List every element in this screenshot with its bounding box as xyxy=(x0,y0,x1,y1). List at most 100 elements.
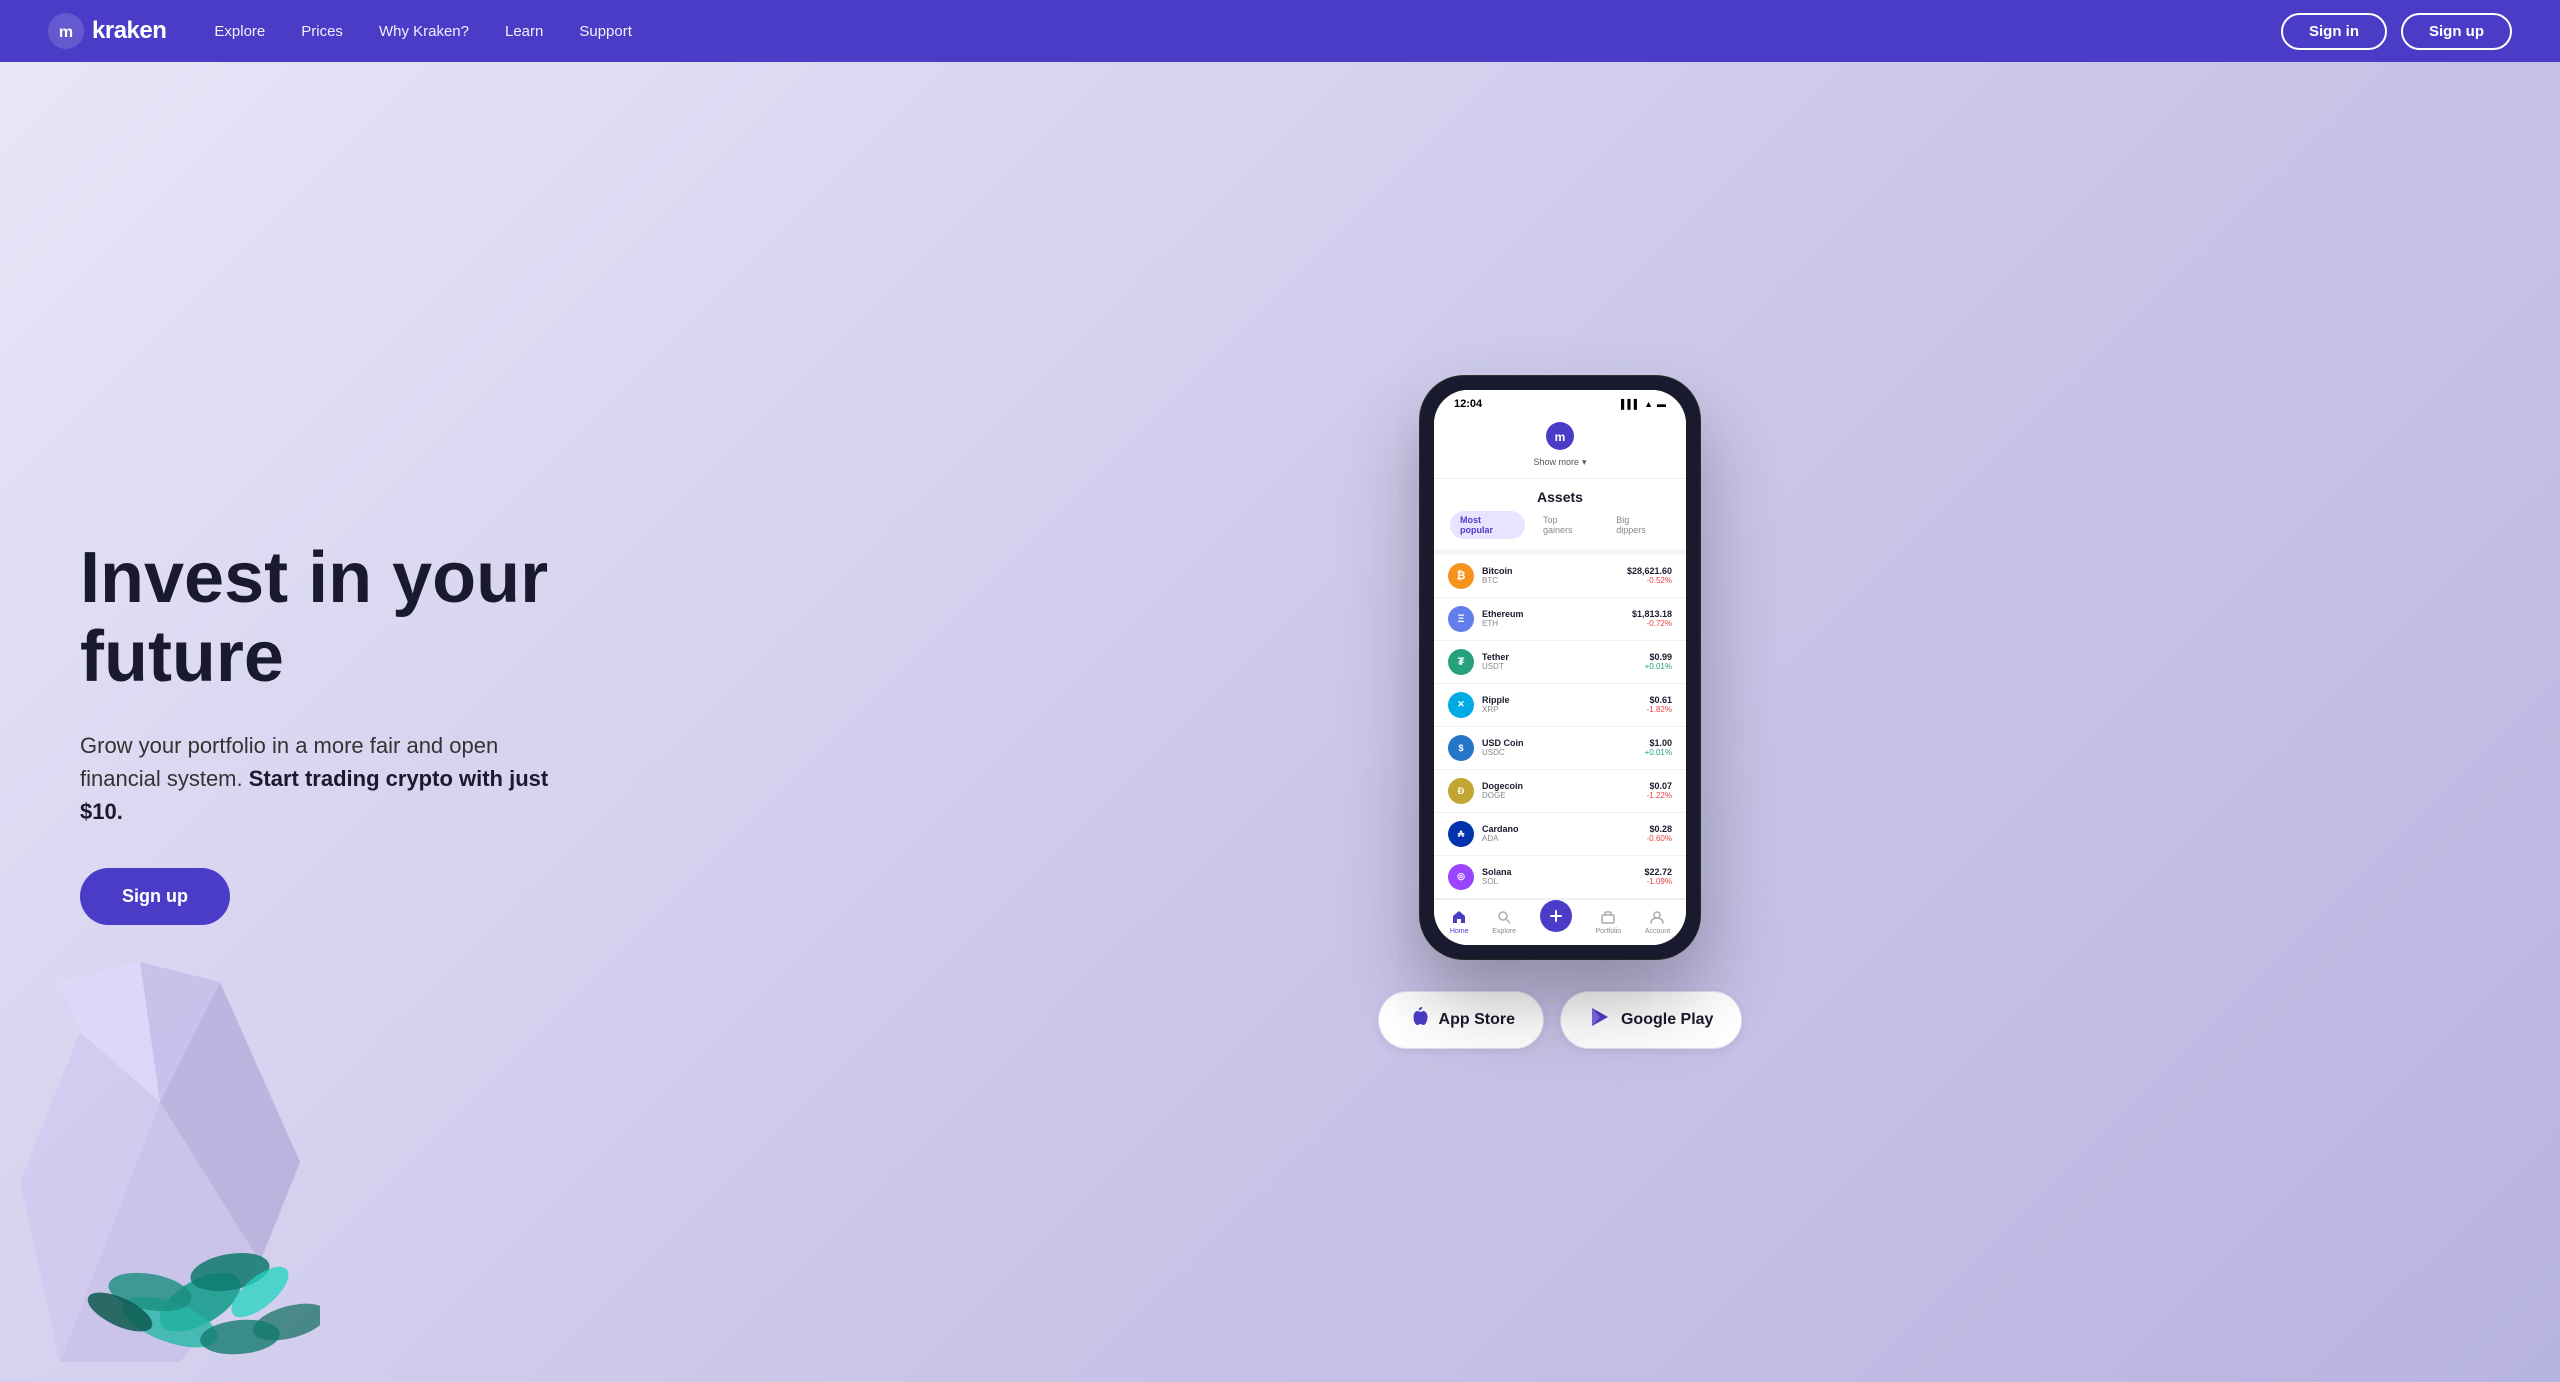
xrp-icon: ✕ xyxy=(1448,692,1474,718)
xrp-symbol: XRP xyxy=(1482,705,1639,714)
asset-row-sol[interactable]: ◎ Solana SOL $22.72 -1.09% xyxy=(1434,856,1686,899)
trade-center-icon xyxy=(1540,900,1572,932)
phone-time: 12:04 xyxy=(1454,398,1482,410)
phone-bottom-nav: Home Explore xyxy=(1434,899,1686,945)
svg-text:m: m xyxy=(1555,430,1566,444)
phone-nav-explore[interactable]: Explore xyxy=(1492,908,1516,935)
phone-tab-top-gainers[interactable]: Top gainers xyxy=(1533,511,1598,539)
signup-hero-button[interactable]: Sign up xyxy=(80,868,230,925)
xrp-name: Ripple xyxy=(1482,695,1639,705)
doge-name: Dogecoin xyxy=(1482,781,1639,791)
nav-link-why-kraken[interactable]: Why Kraken? xyxy=(379,23,469,40)
ada-icon: ₳ xyxy=(1448,821,1474,847)
hero-subtitle: Grow your portfolio in a more fair and o… xyxy=(80,729,560,828)
ada-price: $0.28 xyxy=(1647,824,1672,834)
kraken-logo-icon: m xyxy=(48,13,84,49)
signup-nav-button[interactable]: Sign up xyxy=(2401,13,2512,50)
usdt-change: +0.01% xyxy=(1645,662,1672,671)
usdc-price: $1.00 xyxy=(1645,738,1672,748)
portfolio-icon xyxy=(1599,908,1617,926)
asset-row-usdc[interactable]: $ USD Coin USDC $1.00 +0.01% xyxy=(1434,727,1686,770)
phone-status-bar: 12:04 ▌▌▌ ▲ ▬ xyxy=(1434,390,1686,414)
btc-symbol: BTC xyxy=(1482,576,1619,585)
asset-row-usdt[interactable]: ₮ Tether USDT $0.99 +0.01% xyxy=(1434,641,1686,684)
phone-nav-account[interactable]: Account xyxy=(1645,908,1670,935)
usdt-price: $0.99 xyxy=(1645,652,1672,662)
ada-name: Cardano xyxy=(1482,824,1639,834)
ada-change: -0.60% xyxy=(1647,834,1672,843)
asset-row-doge[interactable]: Ð Dogecoin DOGE $0.07 -1.22% xyxy=(1434,770,1686,813)
phone-screen: 12:04 ▌▌▌ ▲ ▬ m xyxy=(1434,390,1686,945)
phone-tab-most-popular[interactable]: Most popular xyxy=(1450,511,1525,539)
app-store-label: App Store xyxy=(1439,1011,1515,1029)
account-icon xyxy=(1648,908,1666,926)
signal-icon: ▌▌▌ xyxy=(1621,399,1640,409)
usdc-name: USD Coin xyxy=(1482,738,1637,748)
phone-nav-home[interactable]: Home xyxy=(1450,908,1469,935)
phone-nav-trade[interactable] xyxy=(1540,908,1572,935)
nav-links: Explore Prices Why Kraken? Learn Support xyxy=(214,23,2281,40)
nav-link-learn[interactable]: Learn xyxy=(505,23,543,40)
google-play-button[interactable]: Google Play xyxy=(1560,991,1742,1049)
phone-app-header: m Show more ▾ xyxy=(1434,414,1686,479)
nav-link-prices[interactable]: Prices xyxy=(301,23,343,40)
google-play-icon xyxy=(1589,1006,1611,1034)
google-play-label: Google Play xyxy=(1621,1011,1713,1029)
nav-link-explore[interactable]: Explore xyxy=(214,23,265,40)
home-icon xyxy=(1450,908,1468,926)
usdc-change: +0.01% xyxy=(1645,748,1672,757)
svg-text:m: m xyxy=(59,24,73,41)
nav-link-support[interactable]: Support xyxy=(579,23,632,40)
usdt-symbol: USDT xyxy=(1482,662,1637,671)
sol-name: Solana xyxy=(1482,867,1636,877)
navbar: m kraken Explore Prices Why Kraken? Lear… xyxy=(0,0,2560,62)
phone-mockup: 12:04 ▌▌▌ ▲ ▬ m xyxy=(1420,376,1700,959)
phone-kraken-logo: m xyxy=(1546,422,1574,450)
phone-assets-title: Assets xyxy=(1434,479,1686,511)
hero-left: Invest in your future Grow your portfoli… xyxy=(80,499,640,925)
signin-button[interactable]: Sign in xyxy=(2281,13,2387,50)
ada-symbol: ADA xyxy=(1482,834,1639,843)
hero-right: 12:04 ▌▌▌ ▲ ▬ m xyxy=(640,376,2480,1049)
battery-icon: ▬ xyxy=(1657,399,1666,409)
sol-change: -1.09% xyxy=(1644,877,1672,886)
usdc-symbol: USDC xyxy=(1482,748,1637,757)
phone-asset-list: ₿ Bitcoin BTC $28,621.60 -0.52% Ξ xyxy=(1434,555,1686,899)
doge-change: -1.22% xyxy=(1647,791,1672,800)
app-store-button[interactable]: App Store xyxy=(1378,991,1544,1049)
wifi-icon: ▲ xyxy=(1644,399,1653,409)
hero-title: Invest in your future xyxy=(80,539,640,697)
hero-section: Invest in your future Grow your portfoli… xyxy=(0,62,2560,1382)
phone-asset-tabs: Most popular Top gainers Big dippers xyxy=(1434,511,1686,549)
apple-icon xyxy=(1407,1006,1429,1034)
usdt-icon: ₮ xyxy=(1448,649,1474,675)
sol-symbol: SOL xyxy=(1482,877,1636,886)
eth-icon: Ξ xyxy=(1448,606,1474,632)
btc-name: Bitcoin xyxy=(1482,566,1619,576)
sol-icon: ◎ xyxy=(1448,864,1474,890)
asset-row-eth[interactable]: Ξ Ethereum ETH $1,813.18 -0.72% xyxy=(1434,598,1686,641)
usdc-icon: $ xyxy=(1448,735,1474,761)
phone-frame: 12:04 ▌▌▌ ▲ ▬ m xyxy=(1420,376,1700,959)
chevron-down-icon: ▾ xyxy=(1582,457,1587,468)
asset-row-ada[interactable]: ₳ Cardano ADA $0.28 -0.60% xyxy=(1434,813,1686,856)
phone-tab-big-dippers[interactable]: Big dippers xyxy=(1606,511,1670,539)
btc-change: -0.52% xyxy=(1627,576,1672,585)
phone-show-more[interactable]: Show more ▾ xyxy=(1450,457,1670,468)
nav-logo-text: kraken xyxy=(92,17,166,45)
nav-logo[interactable]: m kraken xyxy=(48,13,166,49)
asset-row-btc[interactable]: ₿ Bitcoin BTC $28,621.60 -0.52% xyxy=(1434,555,1686,598)
asset-row-xrp[interactable]: ✕ Ripple XRP $0.61 -1.82% xyxy=(1434,684,1686,727)
app-store-buttons: App Store Google Play xyxy=(1378,991,1743,1049)
eth-price: $1,813.18 xyxy=(1632,609,1672,619)
nav-actions: Sign in Sign up xyxy=(2281,13,2512,50)
search-icon xyxy=(1495,908,1513,926)
sol-price: $22.72 xyxy=(1644,867,1672,877)
eth-name: Ethereum xyxy=(1482,609,1624,619)
xrp-price: $0.61 xyxy=(1647,695,1672,705)
phone-status-icons: ▌▌▌ ▲ ▬ xyxy=(1621,399,1666,409)
doge-symbol: DOGE xyxy=(1482,791,1639,800)
xrp-change: -1.82% xyxy=(1647,705,1672,714)
doge-icon: Ð xyxy=(1448,778,1474,804)
phone-nav-portfolio[interactable]: Portfolio xyxy=(1595,908,1621,935)
